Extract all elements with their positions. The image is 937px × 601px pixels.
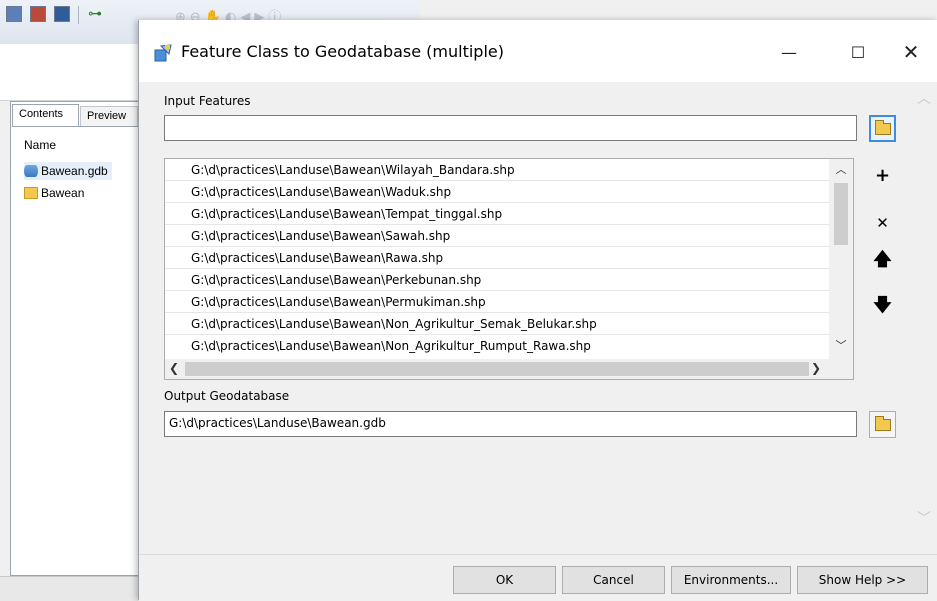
environments-button[interactable]: Environments...: [671, 566, 791, 594]
open-folder-icon: [874, 415, 891, 431]
list-item[interactable]: G:\d\practices\Landuse\Bawean\Waduk.shp: [165, 181, 829, 203]
tool-icon: [154, 44, 172, 62]
tool-dialog: Feature Class to Geodatabase (multiple) …: [138, 20, 937, 601]
list-item[interactable]: G:\d\practices\Landuse\Bawean\Tempat_tin…: [165, 203, 829, 225]
input-features-list[interactable]: G:\d\practices\Landuse\Bawean\Wilayah_Ba…: [164, 158, 854, 380]
open-folder-icon: [874, 119, 891, 135]
toolbox-icon[interactable]: [30, 6, 46, 22]
remove-item-button[interactable]: ✕: [869, 209, 896, 236]
horizontal-scroll-thumb[interactable]: [185, 362, 809, 376]
list-item[interactable]: G:\d\practices\Landuse\Bawean\Sawah.shp: [165, 225, 829, 247]
chevron-right-icon[interactable]: ❯: [811, 361, 821, 375]
python-window-icon[interactable]: [54, 6, 70, 22]
folder-icon: [24, 187, 38, 199]
chevron-down-icon[interactable]: ﹀: [829, 337, 853, 355]
browse-output-button[interactable]: [869, 411, 896, 438]
close-button[interactable]: ✕: [888, 32, 934, 72]
list-item[interactable]: G:\d\practices\Landuse\Bawean\Non_Agriku…: [165, 335, 829, 359]
catalog-item-label: Bawean.gdb: [41, 164, 108, 178]
list-item[interactable]: G:\d\practices\Landuse\Bawean\Wilayah_Ba…: [165, 159, 829, 181]
arrow-down-icon: 🡇: [873, 294, 892, 316]
show-help-button[interactable]: Show Help >>: [797, 566, 928, 594]
minimize-button[interactable]: —: [766, 32, 812, 72]
chevron-up-icon[interactable]: ︿: [917, 88, 931, 108]
vertical-scroll-thumb[interactable]: [834, 183, 848, 245]
chevron-up-icon[interactable]: ︿: [829, 161, 853, 179]
maximize-button[interactable]: ☐: [835, 32, 881, 72]
dialog-footer: OK Cancel Environments... Show Help >>: [139, 554, 937, 601]
background-status-bar: [0, 576, 138, 601]
catalog-item-label: Bawean: [41, 186, 85, 200]
ok-button[interactable]: OK: [453, 566, 556, 594]
x-icon: ✕: [876, 213, 889, 232]
input-features-field[interactable]: [164, 115, 857, 141]
catalog-item-folder[interactable]: Bawean: [24, 184, 84, 202]
toolbar-separator: [78, 6, 79, 24]
chevron-down-icon[interactable]: ﹀: [917, 508, 931, 528]
input-features-label: Input Features: [164, 94, 251, 108]
dialog-title: Feature Class to Geodatabase (multiple): [181, 42, 504, 61]
catalog-window-icon[interactable]: [6, 6, 22, 22]
name-column-header: Name: [24, 138, 57, 152]
geodatabase-icon: [24, 165, 38, 177]
cancel-button[interactable]: Cancel: [562, 566, 665, 594]
arrow-up-icon: 🡅: [873, 248, 892, 270]
tab-divider: [12, 126, 138, 127]
move-up-button[interactable]: 🡅: [869, 248, 896, 275]
list-item[interactable]: G:\d\practices\Landuse\Bawean\Non_Agriku…: [165, 313, 829, 335]
list-item[interactable]: G:\d\practices\Landuse\Bawean\Rawa.shp: [165, 247, 829, 269]
list-item[interactable]: G:\d\practices\Landuse\Bawean\Permukiman…: [165, 291, 829, 313]
output-geodatabase-field[interactable]: G:\d\practices\Landuse\Bawean.gdb: [164, 411, 857, 437]
plus-icon: +: [874, 165, 891, 186]
list-item[interactable]: G:\d\practices\Landuse\Bawean\Perkebunan…: [165, 269, 829, 291]
move-down-button[interactable]: 🡇: [869, 294, 896, 321]
catalog-item-geodatabase[interactable]: Bawean.gdb: [24, 162, 112, 180]
model-builder-icon[interactable]: ⊶: [88, 6, 104, 22]
chevron-left-icon[interactable]: ❮: [169, 361, 179, 375]
dialog-titlebar[interactable]: Feature Class to Geodatabase (multiple) …: [139, 20, 937, 82]
add-item-button[interactable]: +: [869, 162, 896, 189]
tab-preview[interactable]: Preview: [80, 106, 138, 126]
dialog-scrollbar[interactable]: [912, 82, 937, 554]
background-blank-area: [0, 44, 138, 101]
tab-contents[interactable]: Contents: [12, 104, 79, 126]
output-geodatabase-label: Output Geodatabase: [164, 389, 290, 403]
browse-input-button[interactable]: [869, 115, 896, 142]
